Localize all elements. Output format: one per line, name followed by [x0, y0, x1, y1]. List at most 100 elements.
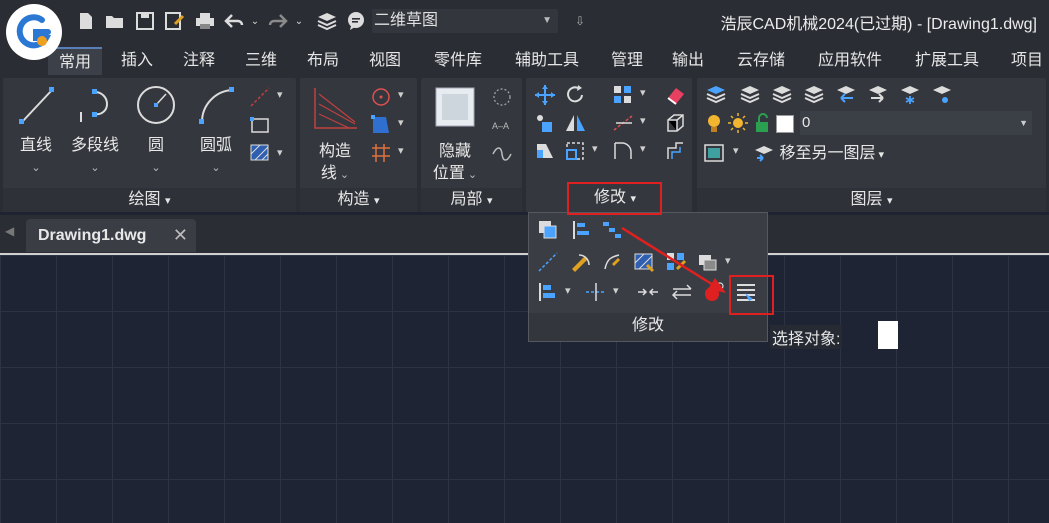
polyline-tool[interactable]: 多段线 ⌄ [65, 82, 125, 179]
trim-chevron-icon[interactable]: ▾ [640, 114, 646, 127]
tab-3d[interactable]: 三维 [234, 47, 288, 75]
move-to-layer-icon [755, 145, 773, 162]
current-layer-select[interactable]: 0 ▼ [800, 111, 1032, 135]
hatch-chevron-icon[interactable]: ▾ [277, 146, 283, 159]
trim-icon[interactable] [612, 112, 634, 134]
construct-panel-title[interactable]: 构造 ▾ [300, 188, 417, 212]
hide-position-tool[interactable]: 隐藏 位置 ⌄ [425, 82, 485, 186]
construction-line-tool[interactable]: 构造 线 ⌄ [306, 82, 364, 186]
tab-auxiliary-tools[interactable]: 辅助工具 [503, 47, 591, 75]
save-icon[interactable] [134, 10, 156, 32]
draw-order-icon[interactable] [537, 219, 559, 241]
mirror-icon[interactable] [564, 112, 586, 134]
undo-icon[interactable] [222, 10, 246, 32]
construct-panel-chevron-icon: ▾ [373, 195, 380, 207]
center-mark-chevron-icon[interactable]: ▾ [398, 88, 404, 101]
scale-chevron-icon[interactable]: ▾ [592, 142, 598, 155]
tab-project[interactable]: 项目 [1000, 47, 1049, 75]
scale-icon[interactable] [564, 140, 586, 162]
customize-quick-access-icon[interactable]: ⇩ [572, 10, 588, 32]
redo-dropdown-chevron-icon[interactable]: ⌄ [292, 10, 306, 32]
tab-applications[interactable]: 应用软件 [806, 47, 894, 75]
new-file-icon[interactable] [76, 10, 96, 32]
construction-hatch-icon[interactable] [370, 142, 392, 164]
redo-icon[interactable] [266, 10, 290, 32]
layer-match-icon[interactable] [703, 142, 725, 164]
layer-isolate-icon[interactable] [771, 84, 793, 106]
move-icon[interactable] [534, 84, 556, 106]
arc-tool[interactable]: 圆弧 ⌄ [189, 82, 243, 179]
ray-icon[interactable] [249, 86, 271, 108]
layer-state-icon[interactable] [739, 84, 761, 106]
print-icon[interactable] [193, 10, 217, 32]
layer-match-chevron-icon[interactable]: ▾ [733, 144, 739, 157]
tab-cloud-storage[interactable]: 云存储 [725, 47, 797, 75]
command-input-box[interactable] [878, 321, 898, 349]
center-mark-icon[interactable] [370, 86, 392, 108]
comment-icon[interactable] [344, 10, 368, 32]
layer-properties-icon[interactable] [705, 84, 727, 106]
undo-dropdown-chevron-icon[interactable]: ⌄ [248, 10, 262, 32]
break-line-icon[interactable] [491, 142, 513, 164]
boundary-chevron-icon[interactable]: ▾ [398, 116, 404, 129]
lengthen-icon[interactable] [537, 251, 559, 273]
tab-insert[interactable]: 插入 [110, 47, 164, 75]
tab-parts-library[interactable]: 零件库 [422, 47, 494, 75]
app-window: ⌄ ⌄ 二维草图 ▼ ⇩ 浩辰CAD机械2024(已过期) - [Drawing… [0, 0, 1049, 523]
fillet-icon[interactable] [612, 140, 634, 162]
layer-color-swatch[interactable] [776, 115, 794, 133]
local-detail-icon[interactable]: A–A [491, 114, 513, 136]
ray-chevron-icon[interactable]: ▾ [277, 88, 283, 101]
tab-view[interactable]: 视图 [358, 47, 412, 75]
align-icon[interactable] [537, 281, 559, 303]
tab-output[interactable]: 输出 [661, 47, 715, 75]
document-tab-drawing1[interactable]: Drawing1.dwg ✕ [26, 219, 196, 252]
erase-icon[interactable] [664, 84, 686, 106]
layer-walk-icon[interactable] [867, 84, 889, 106]
tab-manage[interactable]: 管理 [600, 47, 654, 75]
3d-box-icon[interactable] [664, 112, 686, 134]
layer-on-bulb-icon[interactable] [703, 112, 725, 134]
stretch-icon[interactable] [534, 140, 556, 162]
array-chevron-icon[interactable]: ▾ [640, 86, 646, 99]
rectangle-icon[interactable] [249, 114, 271, 136]
draw-panel-title[interactable]: 绘图 ▾ [3, 188, 296, 212]
layer-unisolate-icon[interactable] [803, 84, 825, 106]
hatch-icon[interactable] [249, 142, 271, 164]
layer-freeze-icon[interactable] [899, 84, 921, 106]
layer-thaw-sun-icon[interactable] [727, 112, 749, 134]
copy-icon[interactable] [534, 112, 556, 134]
close-document-icon[interactable]: ✕ [173, 219, 188, 252]
workspace-select[interactable]: 二维草图 ▼ [372, 9, 558, 33]
local-panel-title[interactable]: 局部 ▾ [421, 188, 522, 212]
tab-annotate[interactable]: 注释 [172, 47, 226, 75]
align-chevron-icon[interactable]: ▾ [565, 284, 571, 297]
hide-position-label-2: 位置 ⌄ [425, 163, 485, 186]
layer-unlock-icon[interactable] [751, 112, 773, 134]
move-to-another-layer-label: 移至另一图层 [779, 145, 876, 162]
fillet-chevron-icon[interactable]: ▾ [640, 142, 646, 155]
tab-layout[interactable]: 布局 [296, 47, 350, 75]
drawing-canvas[interactable] [0, 253, 1049, 523]
line-tool[interactable]: 直线 ⌄ [9, 82, 63, 179]
tab-home[interactable]: 常用 [48, 47, 102, 75]
tab-scroll-left-icon[interactable]: ◀ [5, 224, 14, 238]
save-as-icon[interactable] [163, 10, 187, 32]
construction-hatch-chevron-icon[interactable]: ▾ [398, 144, 404, 157]
tab-extension-tools[interactable]: 扩展工具 [903, 47, 991, 75]
local-view-icon[interactable] [491, 86, 513, 108]
align-left-icon[interactable] [571, 219, 593, 241]
array-icon[interactable] [612, 84, 634, 106]
offset-icon[interactable] [664, 140, 686, 162]
layer-off-icon[interactable] [931, 84, 953, 106]
layers-panel-title[interactable]: 图层 ▾ [697, 188, 1046, 212]
chamfer-edit-icon[interactable] [569, 251, 591, 273]
layer-previous-icon[interactable] [835, 84, 857, 106]
circle-tool[interactable]: 圆 ⌄ [129, 82, 183, 179]
move-to-another-layer-button[interactable]: 移至另一图层 ▾ [753, 142, 884, 166]
open-folder-icon[interactable] [103, 10, 127, 32]
app-logo[interactable] [6, 4, 62, 60]
layers-stack-icon[interactable] [315, 10, 339, 32]
boundary-icon[interactable] [370, 114, 392, 136]
rotate-icon[interactable] [564, 84, 586, 106]
